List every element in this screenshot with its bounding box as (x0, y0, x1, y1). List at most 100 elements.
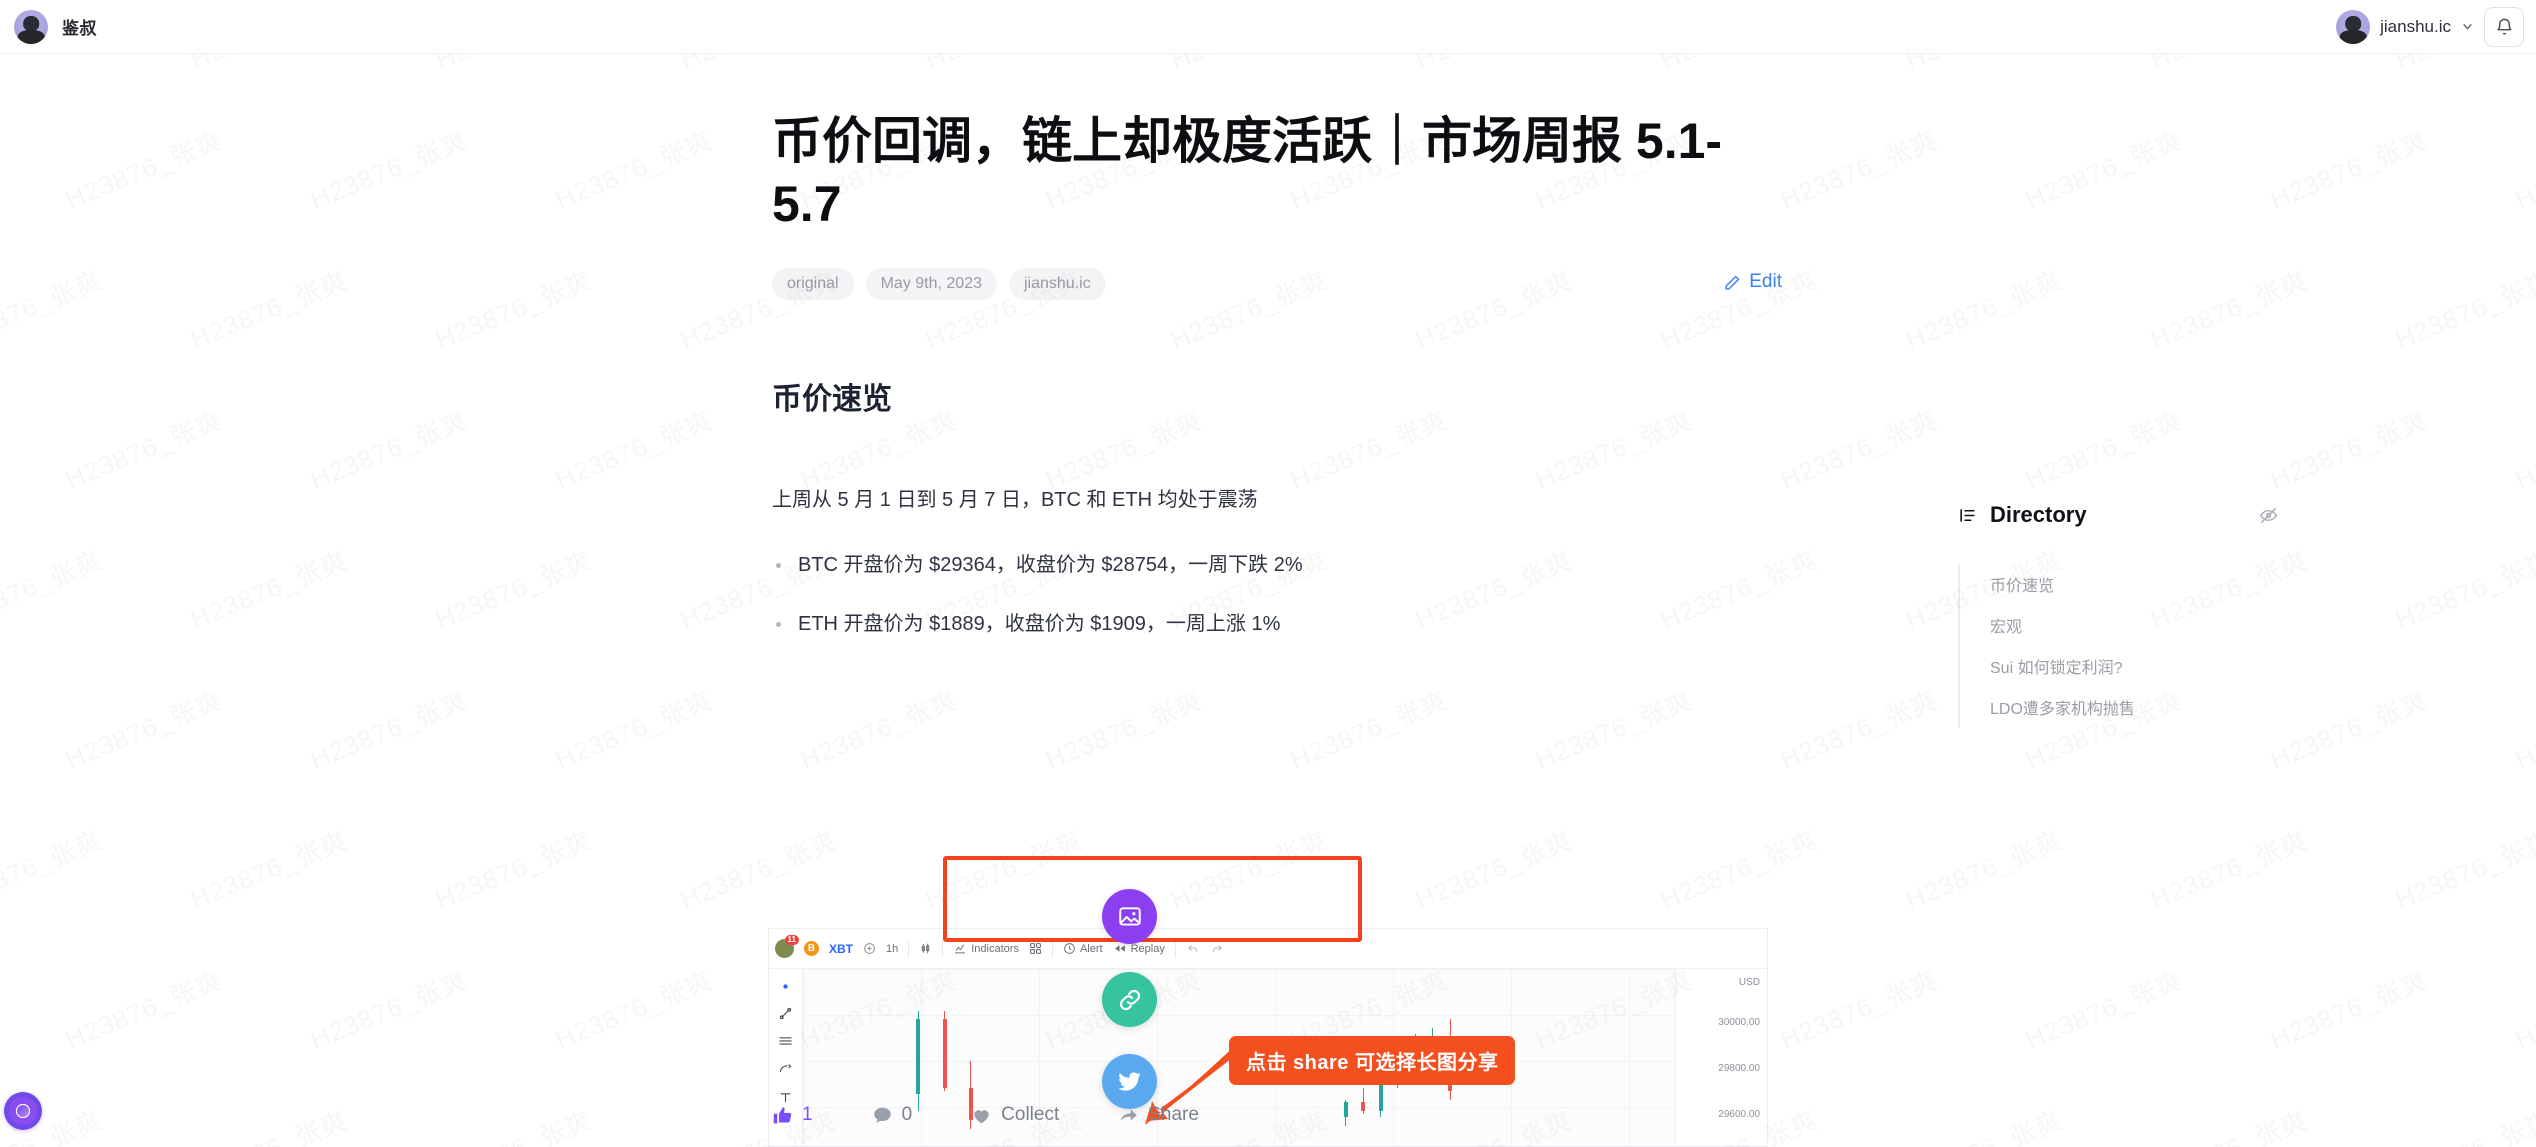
share-button[interactable]: Share (1118, 1104, 1199, 1126)
watermark-text: H23876_张爽 (184, 1100, 352, 1147)
watermark-text: H23876_张爽 (1899, 1100, 2067, 1147)
comment-icon (873, 1107, 891, 1122)
watermark-text: H23876_张爽 (184, 260, 352, 357)
watermark-text: H23876_张爽 (1774, 400, 1942, 497)
edit-label: Edit (1749, 271, 1782, 292)
candle-body (1343, 1102, 1348, 1118)
watermark-text: H23876_张爽 (1164, 820, 1332, 917)
watermark-text: H23876_张爽 (2144, 260, 2312, 357)
text-tool-icon[interactable] (778, 1090, 793, 1105)
watermark-text: H23876_张爽 (2389, 820, 2536, 917)
redo-icon[interactable] (1210, 942, 1224, 955)
axis-tick-1: 29800.00 (1718, 1063, 1760, 1074)
link-icon (1119, 989, 1140, 1010)
section-heading: 币价速览 (772, 383, 892, 416)
candlestick (942, 1010, 947, 1091)
brand[interactable]: 鉴叔 (14, 9, 97, 44)
watermark-text: H23876_张爽 (0, 260, 107, 357)
edit-button[interactable]: Edit (1724, 271, 1782, 293)
plus-circle-icon[interactable] (863, 942, 876, 955)
watermark-text: H23876_张爽 (304, 960, 472, 1057)
watermark-text: H23876_张爽 (2019, 400, 2187, 497)
chat-widget-button[interactable] (4, 1092, 42, 1130)
brand-avatar (14, 9, 48, 44)
divider (1174, 939, 1176, 958)
like-button[interactable]: 1 (772, 1104, 813, 1126)
image-share-button[interactable] (1102, 889, 1157, 944)
directory-item-2[interactable]: Sui 如何锁定利润? (1990, 646, 2278, 687)
fib-icon[interactable] (778, 1062, 793, 1077)
watermark-text: H23876_张爽 (59, 120, 227, 217)
watermark-text: H23876_张爽 (549, 960, 717, 1057)
trendline-icon[interactable] (778, 1006, 793, 1021)
bitcoin-icon: B (804, 941, 819, 956)
action-bar: 1 0 Collect Share (772, 1104, 1258, 1126)
replay-button[interactable]: Replay (1113, 942, 1165, 955)
directory-item-3[interactable]: LDO遭多家机构抛售 (1990, 687, 2278, 728)
link-share-button[interactable] (1102, 972, 1157, 1027)
user-avatar (2336, 9, 2371, 44)
watermark-text: H23876_张爽 (549, 680, 717, 777)
watermark-text: H23876_张爽 (2019, 960, 2187, 1057)
directory-item-1[interactable]: 宏观 (1990, 605, 2278, 646)
thumbs-up-icon (773, 1106, 792, 1123)
candle-body (942, 1019, 947, 1088)
tag-date: May 9th, 2023 (865, 268, 997, 300)
candlestick-icon[interactable] (919, 942, 932, 955)
list-item: ETH 开盘价为 $1889，收盘价为 $1909，一周上涨 1% (772, 609, 1782, 640)
like-count: 1 (802, 1104, 813, 1125)
watermark-text: H23876_张爽 (429, 1100, 597, 1147)
watermark-text: H23876_张爽 (2389, 540, 2536, 637)
watermark-text: H23876_张爽 (0, 540, 107, 637)
watermark-text: H23876_张爽 (2019, 120, 2187, 217)
candlestick (916, 1010, 921, 1112)
watermark-text: H23876_张爽 (59, 680, 227, 777)
watermark-text: H23876_张爽 (1529, 680, 1697, 777)
share-arrow-icon (1120, 1108, 1138, 1121)
watermark-text: H23876_张爽 (1409, 820, 1577, 917)
divider (1051, 939, 1053, 958)
undo-icon[interactable] (1186, 942, 1200, 955)
watermark-text: H23876_张爽 (2144, 820, 2312, 917)
list-icon (1960, 508, 1975, 522)
watermark-text: H23876_张爽 (2509, 120, 2536, 217)
watermark-text: H23876_张爽 (59, 960, 227, 1057)
watermark-text: H23876_张爽 (2144, 1100, 2312, 1147)
user-menu[interactable]: jianshu.ic (2336, 9, 2474, 44)
brand-name: 鉴叔 (62, 19, 97, 38)
bullet-list: BTC 开盘价为 $29364，收盘价为 $28754，一周下跌 2% ETH … (772, 550, 1782, 640)
rewind-icon (1114, 945, 1125, 952)
chart-ticker[interactable]: XBT (829, 942, 853, 956)
grid-icon[interactable] (1029, 942, 1042, 955)
watermark-text: H23876_张爽 (2264, 680, 2432, 777)
watermark-text: H23876_张爽 (184, 540, 352, 637)
directory-list: 币价速览 宏观 Sui 如何锁定利润? LDO遭多家机构抛售 (1958, 564, 2278, 728)
comment-button[interactable]: 0 (872, 1104, 913, 1126)
page-title: 币价回调，链上却极度活跃｜市场周报 5.1-5.7 (772, 113, 1723, 232)
share-tooltip: 点击 share 可选择长图分享 (1229, 1036, 1516, 1085)
list-item: BTC 开盘价为 $29364，收盘价为 $28754，一周下跌 2% (772, 550, 1782, 581)
indicators-button[interactable]: Indicators (953, 942, 1019, 955)
chevron-down-icon (2463, 23, 2472, 30)
eye-off-icon[interactable] (2259, 506, 2278, 525)
directory-item-0[interactable]: 币价速览 (1990, 564, 2278, 605)
watermark-text: H23876_张爽 (2389, 260, 2536, 357)
watermark-text: H23876_张爽 (304, 120, 472, 217)
chart-timeframe[interactable]: 1h (886, 943, 898, 955)
alert-button[interactable]: Alert (1063, 942, 1103, 955)
watermark-text: H23876_张爽 (549, 120, 717, 217)
collect-button[interactable]: Collect (971, 1104, 1059, 1126)
chart-price-axis: USD 30000.00 29800.00 29600.00 (1675, 969, 1767, 1146)
image-icon (1118, 906, 1141, 926)
comment-count: 0 (901, 1104, 913, 1125)
horizontal-lines-icon[interactable] (778, 1034, 793, 1049)
cursor-dot-icon[interactable] (779, 980, 792, 993)
watermark-text: H23876_张爽 (304, 680, 472, 777)
watermark-text: H23876_张爽 (794, 680, 962, 777)
lead-paragraph: 上周从 5 月 1 日到 5 月 7 日，BTC 和 ETH 均处于震荡 (772, 489, 1258, 511)
header-right: jianshu.ic (2336, 6, 2524, 47)
notification-button[interactable] (2484, 6, 2524, 47)
top-header: 鉴叔 jianshu.ic (0, 0, 2536, 54)
watermark-text: H23876_张爽 (2389, 1100, 2536, 1147)
tag-original: original (772, 268, 854, 300)
